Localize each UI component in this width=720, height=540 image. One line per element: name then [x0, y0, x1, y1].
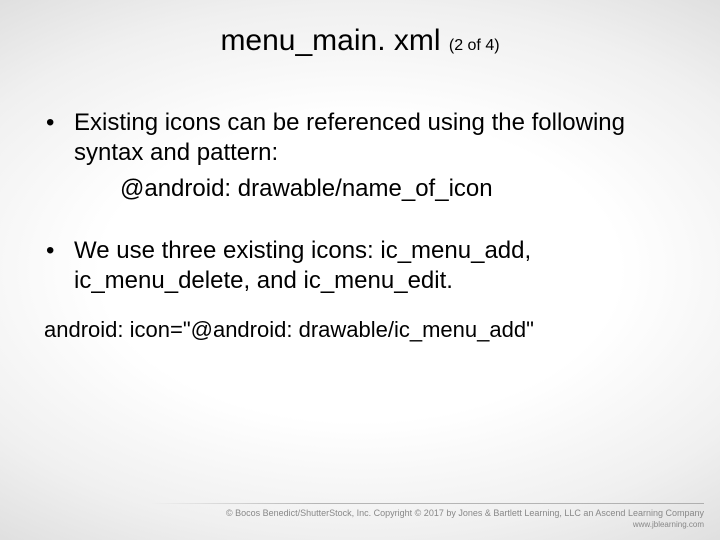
- title-main: menu_main. xml: [220, 24, 448, 57]
- copyright-text: © Bocos Benedict/ShutterStock, Inc. Copy…: [226, 508, 704, 520]
- footer-url: www.jblearning.com: [226, 520, 704, 530]
- bullet-item: • Existing icons can be referenced using…: [38, 108, 670, 168]
- bullet-dot-icon: •: [38, 236, 74, 266]
- slide-title: menu_main. xml (2 of 4): [0, 24, 720, 58]
- code-example: android: icon="@android: drawable/ic_men…: [38, 316, 670, 345]
- title-page-indicator: (2 of 4): [449, 37, 500, 54]
- slide-body: • Existing icons can be referenced using…: [38, 108, 670, 345]
- bullet-text: Existing icons can be referenced using t…: [74, 108, 670, 168]
- slide: menu_main. xml (2 of 4) • Existing icons…: [0, 0, 720, 540]
- bullet-subtext: @android: drawable/name_of_icon: [38, 174, 670, 204]
- footer: © Bocos Benedict/ShutterStock, Inc. Copy…: [226, 508, 704, 530]
- spacer: [38, 210, 670, 236]
- bullet-dot-icon: •: [38, 108, 74, 138]
- footer-rule: [150, 503, 704, 504]
- bullet-text: We use three existing icons: ic_menu_add…: [74, 236, 670, 296]
- bullet-item: • We use three existing icons: ic_menu_a…: [38, 236, 670, 296]
